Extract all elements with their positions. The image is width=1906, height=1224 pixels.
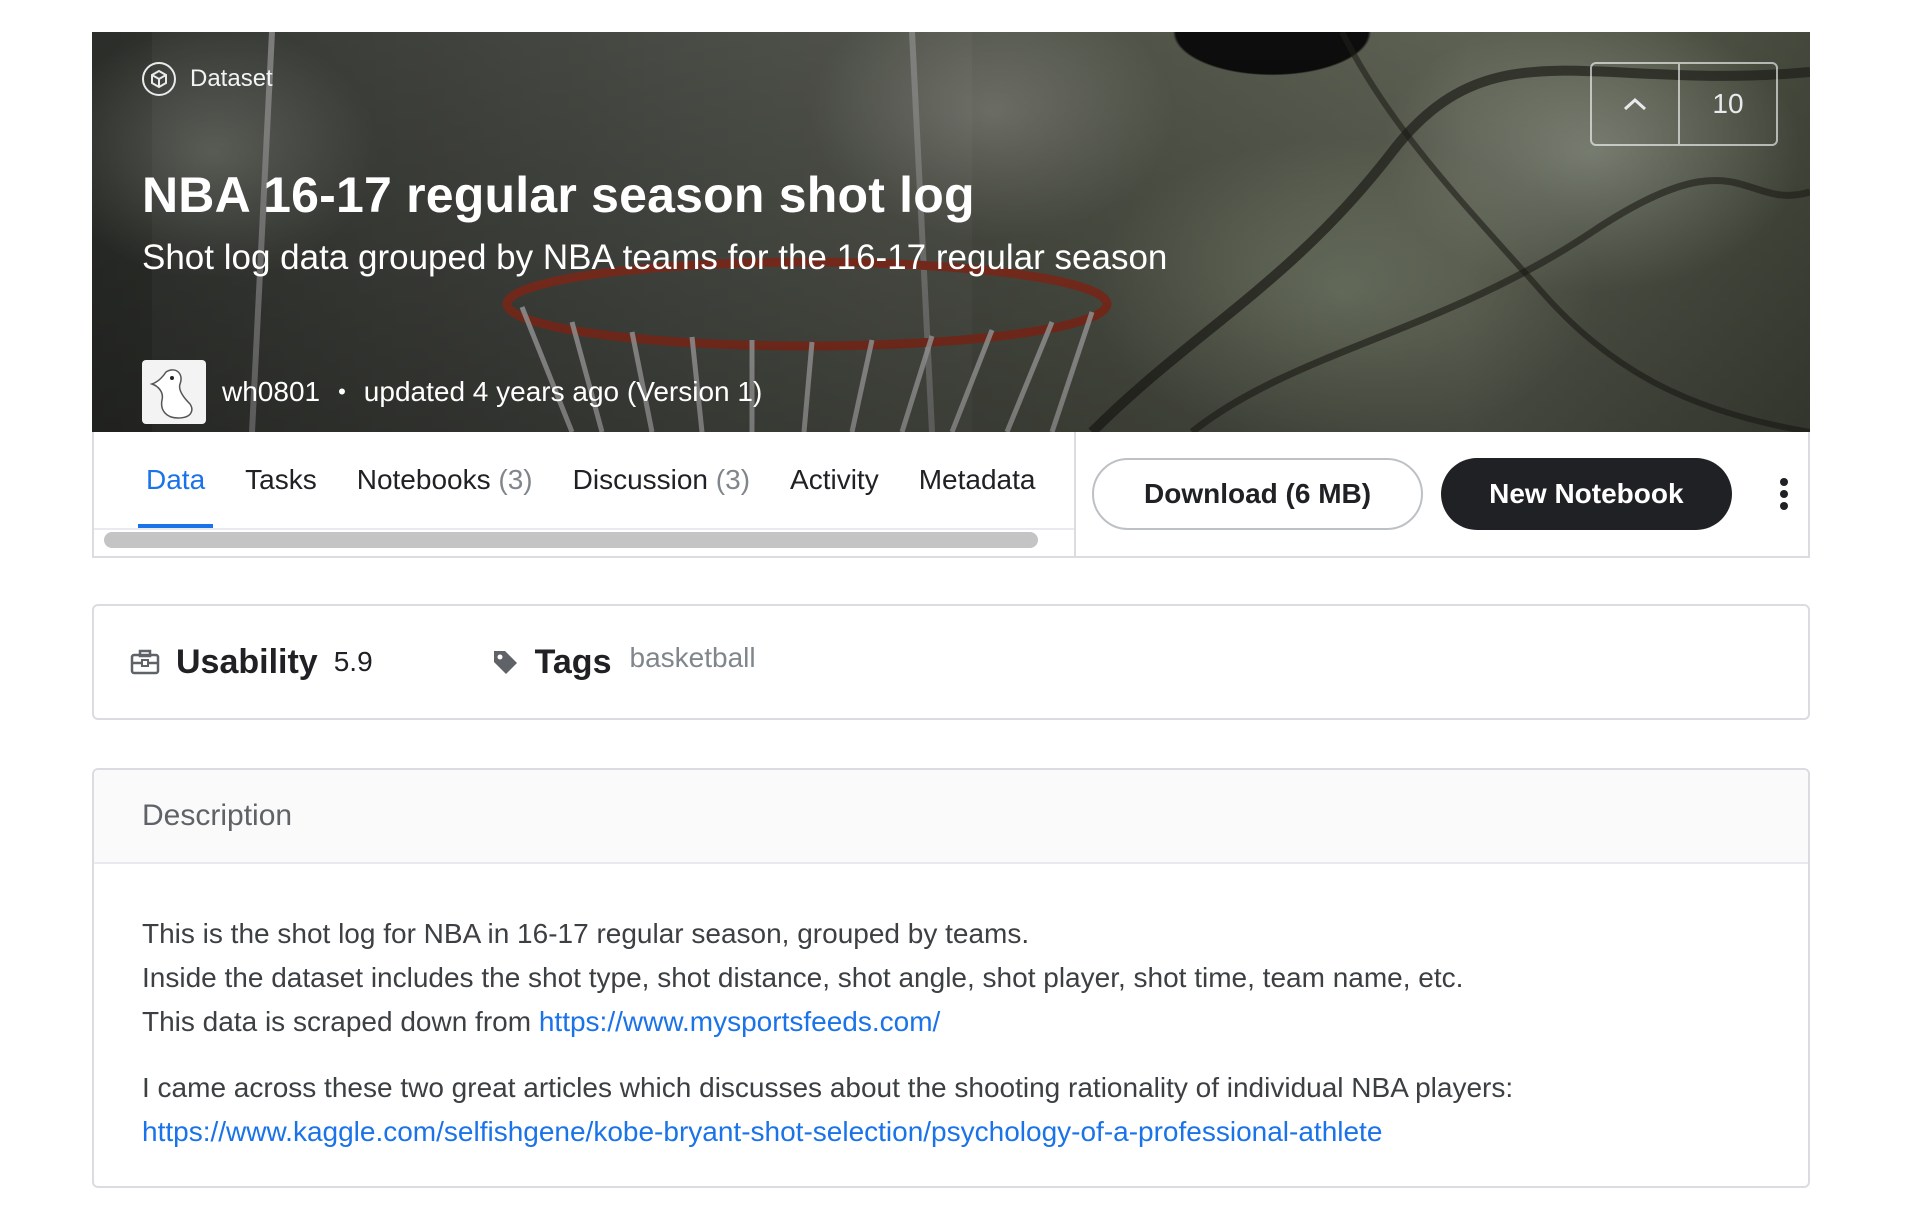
tab-activity[interactable]: Activity <box>790 432 879 528</box>
tab-list: Data Tasks Notebooks (3) Discussion (3) … <box>94 432 1074 528</box>
avatar[interactable] <box>142 360 206 424</box>
tab-scrollbar[interactable] <box>104 532 1038 548</box>
description-paragraph: This is the shot log for NBA in 16-17 re… <box>142 912 1760 1044</box>
download-button[interactable]: Download (6 MB) <box>1092 458 1424 530</box>
tags-label: Tags <box>534 642 612 681</box>
tags-group: Tags basketball <box>491 642 756 682</box>
mysportsfeeds-link[interactable]: https://www.mysportsfeeds.com/ <box>539 1006 940 1037</box>
tab-notebooks[interactable]: Notebooks (3) <box>357 432 533 528</box>
new-notebook-button[interactable]: New Notebook <box>1441 458 1732 530</box>
description-line-2: Inside the dataset includes the shot typ… <box>142 962 1464 993</box>
tab-metadata-label: Metadata <box>918 464 1036 495</box>
dataset-title: NBA 16-17 regular season shot log <box>142 167 975 223</box>
description-line-1: This is the shot log for NBA in 16-17 re… <box>142 918 1030 949</box>
tab-discussion-count: (3) <box>715 464 751 495</box>
dataset-badge-label: Dataset <box>190 65 273 92</box>
tab-discussion-label: Discussion <box>572 464 709 495</box>
separator-dot: • <box>338 379 346 404</box>
usability-icon <box>130 649 160 675</box>
dataset-owner-line: wh0801 • updated 4 years ago (Version 1) <box>142 360 762 424</box>
tab-data[interactable]: Data <box>137 432 214 528</box>
dataset-badge: Dataset <box>142 62 273 96</box>
description-paragraph: I came across these two great articles w… <box>142 1066 1760 1154</box>
tab-bar: Data Tasks Notebooks (3) Discussion (3) … <box>92 432 1810 558</box>
description-line-4: I came across these two great articles w… <box>142 1072 1514 1103</box>
dataset-subtitle: Shot log data grouped by NBA teams for t… <box>142 238 1168 277</box>
tab-tasks-label: Tasks <box>245 464 317 495</box>
owner-name-link[interactable]: wh0801 <box>222 376 320 408</box>
description-heading: Description <box>94 770 1808 864</box>
upvote-button[interactable] <box>1592 64 1680 144</box>
chevron-up-icon <box>1623 97 1647 111</box>
upvote-count: 10 <box>1712 88 1744 119</box>
description-line-3: This data is scraped down from <box>142 1006 539 1037</box>
description-body: This is the shot log for NBA in 16-17 re… <box>94 864 1808 1224</box>
tab-activity-label: Activity <box>790 464 879 495</box>
tag-icon <box>493 651 517 674</box>
dataset-header-banner: Dataset 10 NBA 16-17 regular season shot… <box>92 32 1810 432</box>
usability-score: 5.9 <box>333 646 373 677</box>
tab-divider <box>94 528 1074 530</box>
tab-metadata[interactable]: Metadata <box>919 432 1036 528</box>
dataset-icon <box>142 62 176 96</box>
action-buttons: Download (6 MB) New Notebook <box>1074 432 1808 556</box>
upvote-widget: 10 <box>1590 62 1778 146</box>
tab-notebooks-label: Notebooks <box>356 464 491 495</box>
description-panel: Description This is the shot log for NBA… <box>92 768 1810 1188</box>
tab-data-label: Data <box>146 464 206 495</box>
updated-text: updated 4 years ago (Version 1) <box>363 376 763 407</box>
usability-label: Usability <box>176 642 318 681</box>
more-options-button[interactable] <box>1764 458 1804 530</box>
tag-basketball[interactable]: basketball <box>630 642 756 674</box>
kebab-menu-icon <box>1779 478 1788 510</box>
kaggle-article-link[interactable]: https://www.kaggle.com/selfishgene/kobe-… <box>142 1116 1382 1147</box>
tab-notebooks-count: (3) <box>498 464 533 495</box>
tab-discussion[interactable]: Discussion (3) <box>573 432 750 528</box>
usability-tags-panel: Usability 5.9 Tags basketball <box>92 604 1810 720</box>
tab-tasks[interactable]: Tasks <box>245 432 317 528</box>
